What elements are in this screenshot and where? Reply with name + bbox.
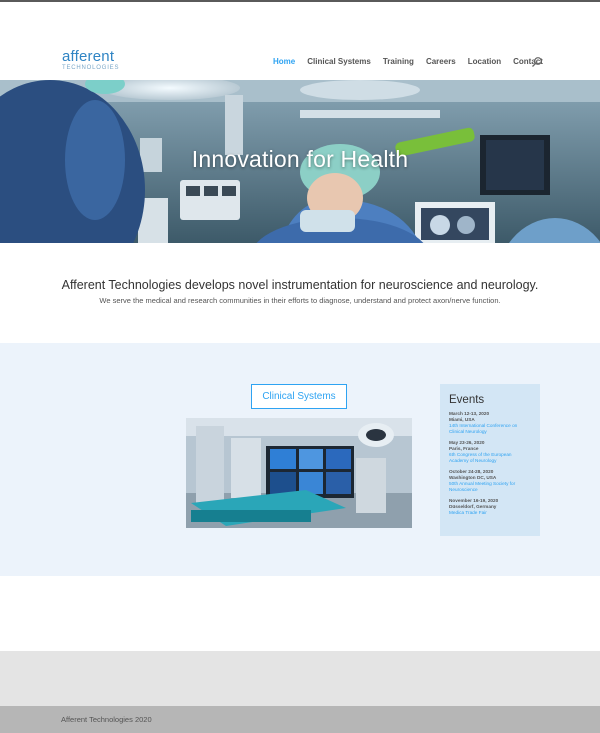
intro-title: Afferent Technologies develops novel ins…: [61, 278, 539, 292]
event-link[interactable]: 14th International Conference on Clinica…: [449, 423, 531, 435]
event-item: March 12-13, 2020 Miami, USA 14th Intern…: [449, 411, 531, 435]
nav-item-training[interactable]: Training: [383, 57, 414, 66]
main-nav: Home Clinical Systems Training Careers L…: [273, 57, 555, 66]
event-item: November 16-19, 2020 Düsseldorf, Germany…: [449, 498, 531, 516]
logo-tagline: TECHNOLOGIES: [62, 65, 120, 71]
operating-theatre-image: [186, 418, 412, 528]
logo-wordmark: afferent: [62, 48, 115, 65]
nav-item-location[interactable]: Location: [468, 57, 501, 66]
intro-section: Afferent Technologies develops novel ins…: [0, 243, 600, 343]
event-item: October 24-28, 2020 Washington DC, USA 5…: [449, 469, 531, 493]
footer-bar: Afferent Technologies 2020: [0, 706, 600, 733]
clinical-systems-button[interactable]: Clinical Systems: [251, 384, 347, 409]
logo[interactable]: afferent TECHNOLOGIES: [62, 48, 120, 71]
clinical-systems-photo[interactable]: [186, 418, 412, 528]
events-title: Events: [449, 394, 485, 406]
nav-item-clinical-systems[interactable]: Clinical Systems: [307, 57, 371, 66]
nav-item-home[interactable]: Home: [273, 57, 295, 66]
clinical-section: Clinical Systems Events March 12-13, 202…: [0, 343, 600, 576]
event-item: May 23-26, 2020 Paris, France 6th Congre…: [449, 440, 531, 464]
footer-widgets-area: [0, 651, 600, 706]
nav-item-careers[interactable]: Careers: [426, 57, 456, 66]
event-link[interactable]: Medica Trade Fair: [449, 510, 531, 516]
hero-banner: Innovation for Health: [0, 80, 600, 243]
hero-title: Innovation for Health: [191, 146, 409, 172]
intro-subtitle: We serve the medical and research commun…: [99, 296, 501, 305]
event-link[interactable]: 6th Congress of the European Academy of …: [449, 452, 531, 464]
site-header: afferent TECHNOLOGIES Home Clinical Syst…: [0, 2, 600, 80]
event-link[interactable]: 50th Annual Meeting Society for Neurosci…: [449, 481, 531, 493]
search-icon[interactable]: [531, 56, 543, 68]
copyright-text: Afferent Technologies 2020: [61, 715, 152, 724]
events-panel: Events March 12-13, 2020 Miami, USA 14th…: [440, 384, 540, 536]
